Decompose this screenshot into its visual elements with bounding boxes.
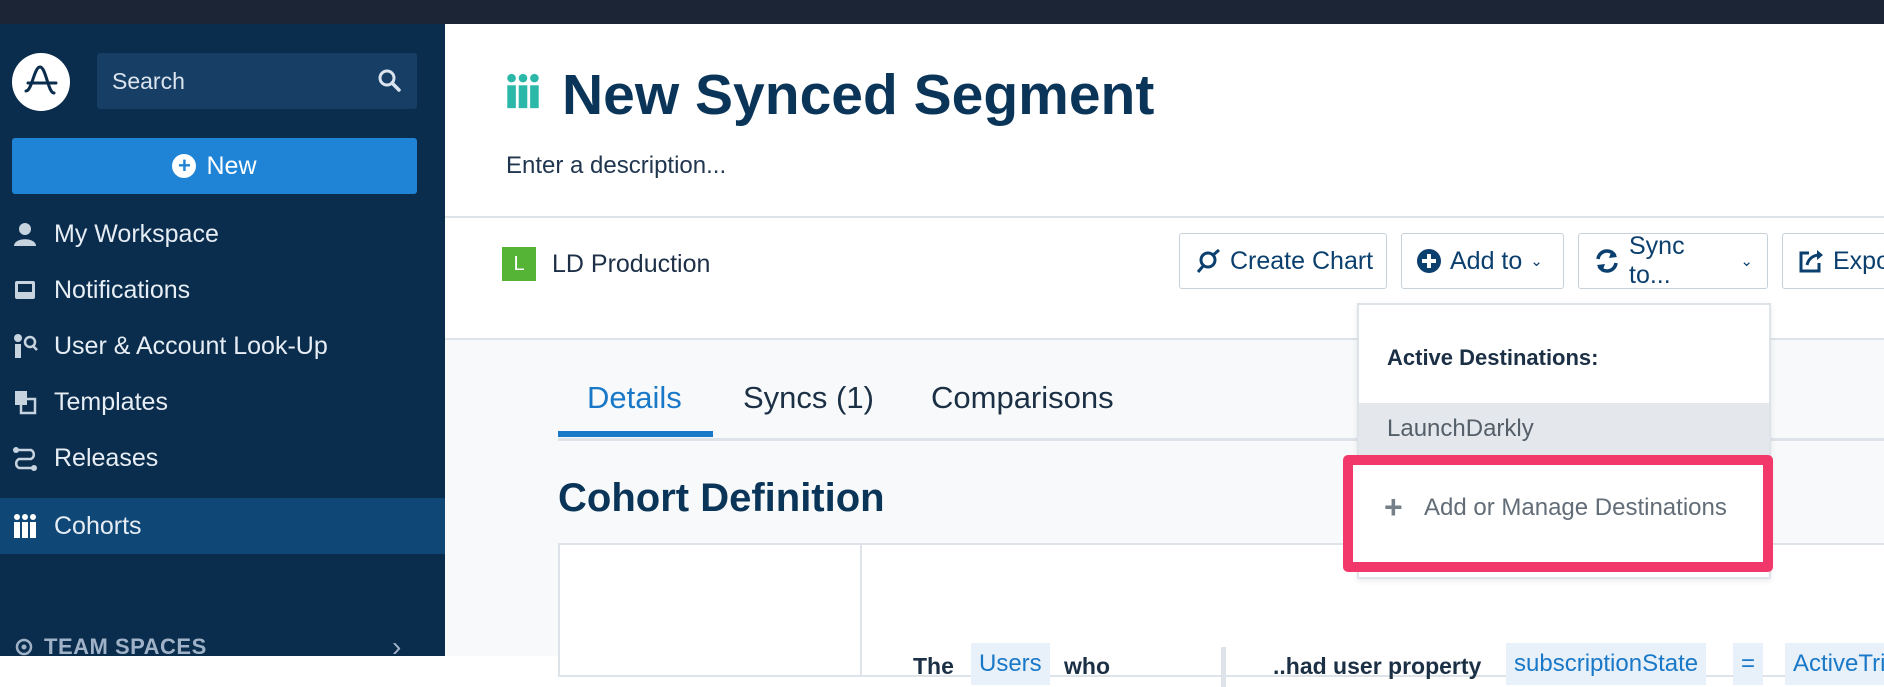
team-spaces-label: TEAM SPACES <box>44 634 207 659</box>
operator-chip[interactable]: = <box>1733 643 1764 685</box>
chart-link-icon <box>1194 247 1222 275</box>
tab-details[interactable]: Details <box>587 380 682 416</box>
definition-text-had: ..had user property <box>1273 653 1482 679</box>
amplitude-logo[interactable] <box>12 53 70 111</box>
new-button[interactable]: + New <box>12 138 417 194</box>
plus-circle-icon: + <box>172 154 197 178</box>
cohorts-icon <box>503 71 543 116</box>
chevron-down-icon: ⌄ <box>1530 253 1543 270</box>
users-chip[interactable]: Users <box>971 643 1050 685</box>
add-or-manage-destinations-button[interactable]: + Add or Manage Destinations <box>1343 455 1773 572</box>
description-field[interactable]: Enter a description... <box>506 152 726 180</box>
user-lookup-icon <box>10 331 40 361</box>
cohorts-icon <box>10 511 40 541</box>
sidebar-item-my-workspace[interactable]: My Workspace <box>0 206 445 262</box>
create-chart-button[interactable]: Create Chart <box>1179 233 1387 289</box>
plus-circle-icon <box>1416 248 1442 274</box>
sidebar-item-user-account-lookup[interactable]: User & Account Look-Up <box>0 318 445 374</box>
export-label: Expo <box>1833 246 1884 275</box>
divider <box>1221 647 1226 687</box>
add-to-label: Add to <box>1450 246 1523 275</box>
sidebar-item-templates[interactable]: Templates <box>0 374 445 430</box>
page-title[interactable]: New Synced Segment <box>562 62 1154 128</box>
sidebar: Search + New My Workspace Notifications … <box>0 24 445 662</box>
value-chip[interactable]: ActiveTri <box>1785 643 1884 685</box>
sidebar-item-label: Notifications <box>54 275 191 304</box>
search-icon <box>377 68 401 97</box>
active-tab-indicator <box>558 431 713 437</box>
destination-item-launchdarkly[interactable]: LaunchDarkly <box>1359 403 1769 456</box>
sidebar-item-label: Templates <box>54 387 168 416</box>
sync-icon <box>1593 247 1621 275</box>
create-chart-label: Create Chart <box>1230 246 1374 275</box>
templates-icon <box>10 387 40 417</box>
inbox-icon <box>10 275 40 305</box>
export-icon <box>1797 247 1825 275</box>
sync-to-label: Sync to... <box>1629 232 1685 289</box>
new-button-label: New <box>206 151 257 180</box>
sidebar-item-label: Cohorts <box>54 511 142 540</box>
search-input[interactable]: Search <box>97 53 417 109</box>
sidebar-item-notifications[interactable]: Notifications <box>0 262 445 318</box>
sidebar-item-label: My Workspace <box>54 219 219 248</box>
project-badge: L <box>502 247 536 281</box>
team-spaces-icon <box>14 637 34 657</box>
destination-item-label: LaunchDarkly <box>1387 415 1534 442</box>
user-icon <box>10 219 40 249</box>
property-chip[interactable]: subscriptionState <box>1506 643 1707 685</box>
cohort-definition-title: Cohort Definition <box>558 476 885 520</box>
chevron-right-icon: › <box>392 631 402 662</box>
page-header: New Synced Segment Enter a description..… <box>445 24 1884 218</box>
project-name: LD Production <box>552 250 711 278</box>
chevron-down-icon: ⌄ <box>1740 253 1753 270</box>
sidebar-item-cohorts[interactable]: Cohorts <box>0 498 445 554</box>
sidebar-item-releases[interactable]: Releases <box>0 430 445 486</box>
definition-text-the: The <box>913 653 954 679</box>
top-bar <box>0 0 1884 24</box>
export-button[interactable]: Expo <box>1782 233 1884 289</box>
sidebar-item-label: User & Account Look-Up <box>54 331 328 360</box>
tab-comparisons[interactable]: Comparisons <box>931 380 1114 416</box>
sidebar-item-label: Releases <box>54 443 159 472</box>
add-or-manage-destinations-label: Add or Manage Destinations <box>1424 494 1727 521</box>
definition-text-who: who <box>1064 653 1110 679</box>
releases-icon <box>10 443 40 473</box>
add-to-button[interactable]: Add to ⌄ <box>1401 233 1564 289</box>
active-destinations-header: Active Destinations: <box>1387 345 1599 370</box>
search-label: Search <box>112 68 185 94</box>
team-spaces-section[interactable]: TEAM SPACES › <box>0 623 445 671</box>
sync-to-button[interactable]: Sync to... ⌄ <box>1578 232 1768 289</box>
tab-syncs[interactable]: Syncs (1) <box>743 380 874 416</box>
plus-icon: + <box>1384 489 1403 525</box>
